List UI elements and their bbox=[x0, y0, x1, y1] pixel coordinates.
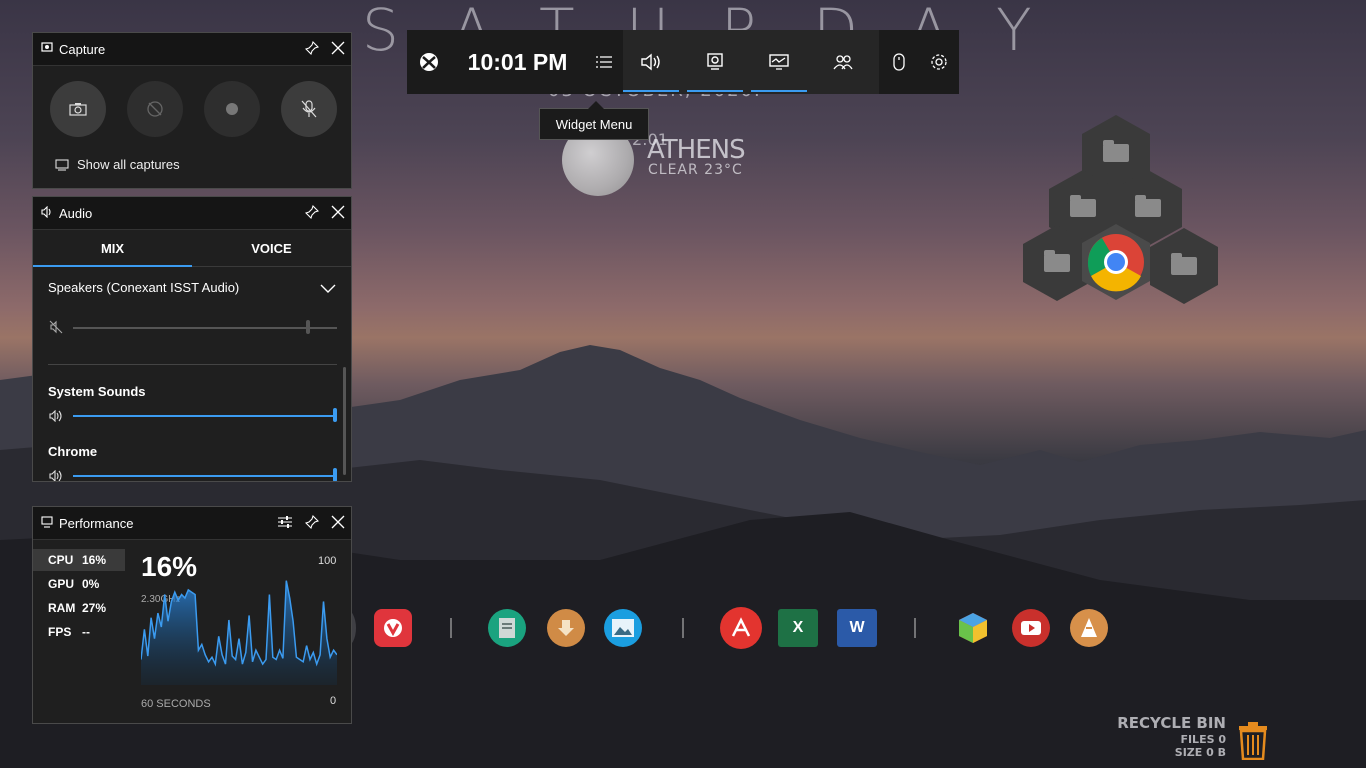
pin-icon[interactable] bbox=[304, 40, 320, 58]
pin-icon[interactable] bbox=[304, 514, 320, 532]
capture-panel-icon bbox=[41, 41, 53, 57]
chrome-volume-slider[interactable] bbox=[73, 475, 337, 477]
screenshot-button[interactable] bbox=[50, 81, 106, 137]
audio-scrollbar[interactable] bbox=[343, 367, 346, 475]
speaker-muted-icon[interactable] bbox=[49, 320, 63, 339]
show-all-captures-label: Show all captures bbox=[77, 157, 180, 172]
perf-stat-label: FPS bbox=[48, 625, 72, 639]
audio-panel-icon bbox=[41, 205, 53, 221]
perf-stat-fps[interactable]: FPS -- bbox=[33, 621, 125, 643]
system-sounds-volume-slider[interactable] bbox=[73, 415, 337, 417]
capture-panel: Capture Show all captures bbox=[32, 32, 352, 189]
downloads-icon[interactable] bbox=[547, 609, 585, 647]
vivaldi-icon[interactable] bbox=[374, 609, 412, 647]
record-dot-icon bbox=[226, 103, 238, 115]
device-volume-track[interactable] bbox=[73, 327, 337, 329]
recycle-bin-size: SIZE 0 B bbox=[1174, 746, 1226, 759]
performance-panel-icon bbox=[41, 515, 53, 531]
dock-separator bbox=[914, 618, 916, 638]
chrome-volume-thumb[interactable] bbox=[333, 468, 337, 481]
cpu-area bbox=[141, 580, 337, 685]
perf-stat-gpu[interactable]: GPU 0% bbox=[33, 573, 125, 595]
close-icon[interactable] bbox=[331, 515, 345, 532]
record-last-icon bbox=[147, 101, 163, 117]
tab-mix[interactable]: MIX bbox=[33, 230, 192, 267]
dock-separator bbox=[450, 618, 452, 638]
performance-panel: Performance CPU 16% GPU 0% RAM 27% FPS -… bbox=[32, 506, 352, 724]
recycle-bin-files: FILES 0 bbox=[1180, 733, 1226, 746]
xbox-icon[interactable] bbox=[407, 30, 452, 94]
widget-menu-tooltip: Widget Menu bbox=[539, 101, 649, 140]
device-volume-thumb[interactable] bbox=[305, 320, 310, 334]
perf-stat-label: RAM bbox=[48, 601, 76, 615]
camera-icon bbox=[69, 103, 87, 116]
audio-panel: Audio MIX VOICE Speakers (Conexant ISST … bbox=[32, 196, 352, 482]
options-icon[interactable] bbox=[277, 515, 293, 532]
perf-stat-label: CPU bbox=[48, 553, 74, 567]
social-icon[interactable] bbox=[815, 30, 871, 94]
audio-icon[interactable] bbox=[623, 30, 679, 94]
mic-toggle-button[interactable] bbox=[281, 81, 337, 137]
chart-duration-label: 60 SECONDS bbox=[141, 698, 211, 710]
chevron-down-icon[interactable] bbox=[320, 281, 336, 299]
perf-stat-value: 16% bbox=[82, 553, 107, 567]
divider bbox=[48, 364, 337, 365]
speaker-icon[interactable] bbox=[49, 469, 63, 481]
performance-icon[interactable] bbox=[751, 30, 807, 94]
tab-voice[interactable]: VOICE bbox=[192, 230, 351, 266]
word-icon[interactable]: W bbox=[837, 609, 877, 647]
app-name-chrome: Chrome bbox=[48, 444, 98, 459]
acrobat-icon[interactable] bbox=[720, 607, 762, 649]
rubik-icon[interactable] bbox=[954, 609, 992, 647]
start-recording-button[interactable] bbox=[204, 81, 260, 137]
weather-condition: CLEAR 23°C bbox=[648, 162, 743, 178]
app-name-system-sounds: System Sounds bbox=[48, 384, 146, 399]
capture-title: Capture bbox=[59, 41, 106, 57]
perf-stat-value: -- bbox=[82, 625, 90, 639]
perf-stat-label: GPU bbox=[48, 577, 75, 591]
chart-axis-max: 100 bbox=[318, 555, 337, 567]
gallery-icon bbox=[55, 158, 69, 171]
close-icon[interactable] bbox=[331, 205, 345, 222]
cpu-usage-chart bbox=[141, 580, 337, 685]
perf-stat-value: 27% bbox=[82, 601, 107, 615]
widget-menu-icon[interactable] bbox=[584, 30, 623, 94]
system-sounds-volume-thumb[interactable] bbox=[333, 408, 337, 422]
dock-separator bbox=[682, 618, 684, 638]
photos-icon[interactable] bbox=[604, 609, 642, 647]
close-icon[interactable] bbox=[331, 41, 345, 58]
performance-title: Performance bbox=[59, 515, 134, 531]
capture-icon[interactable] bbox=[687, 30, 743, 94]
settings-icon[interactable] bbox=[919, 30, 959, 94]
perf-stat-ram[interactable]: RAM 27% bbox=[33, 597, 125, 619]
output-device-select[interactable]: Speakers (Conexant ISST Audio) bbox=[48, 280, 239, 295]
record-last-button[interactable] bbox=[127, 81, 183, 137]
game-bar: 10:01 PM bbox=[407, 30, 959, 94]
weather-city: ATHENS bbox=[647, 135, 746, 165]
recycle-bin-title: RECYCLE BIN bbox=[1117, 714, 1226, 732]
gamebar-clock: 10:01 PM bbox=[467, 48, 568, 75]
mouse-icon[interactable] bbox=[879, 30, 919, 94]
youtube-icon[interactable] bbox=[1012, 609, 1050, 647]
mic-off-icon bbox=[301, 100, 317, 118]
audio-title: Audio bbox=[59, 205, 93, 221]
docs-icon[interactable] bbox=[488, 609, 526, 647]
recycle-bin-icon[interactable] bbox=[1237, 722, 1269, 765]
pin-icon[interactable] bbox=[304, 204, 320, 222]
excel-icon[interactable]: X bbox=[778, 609, 818, 647]
speaker-icon[interactable] bbox=[49, 409, 63, 427]
show-all-captures-link[interactable]: Show all captures bbox=[55, 157, 180, 172]
vlc-icon[interactable] bbox=[1070, 609, 1108, 647]
perf-stat-cpu[interactable]: CPU 16% bbox=[33, 549, 125, 571]
perf-stat-value: 0% bbox=[82, 577, 100, 591]
chart-axis-min: 0 bbox=[330, 695, 337, 707]
